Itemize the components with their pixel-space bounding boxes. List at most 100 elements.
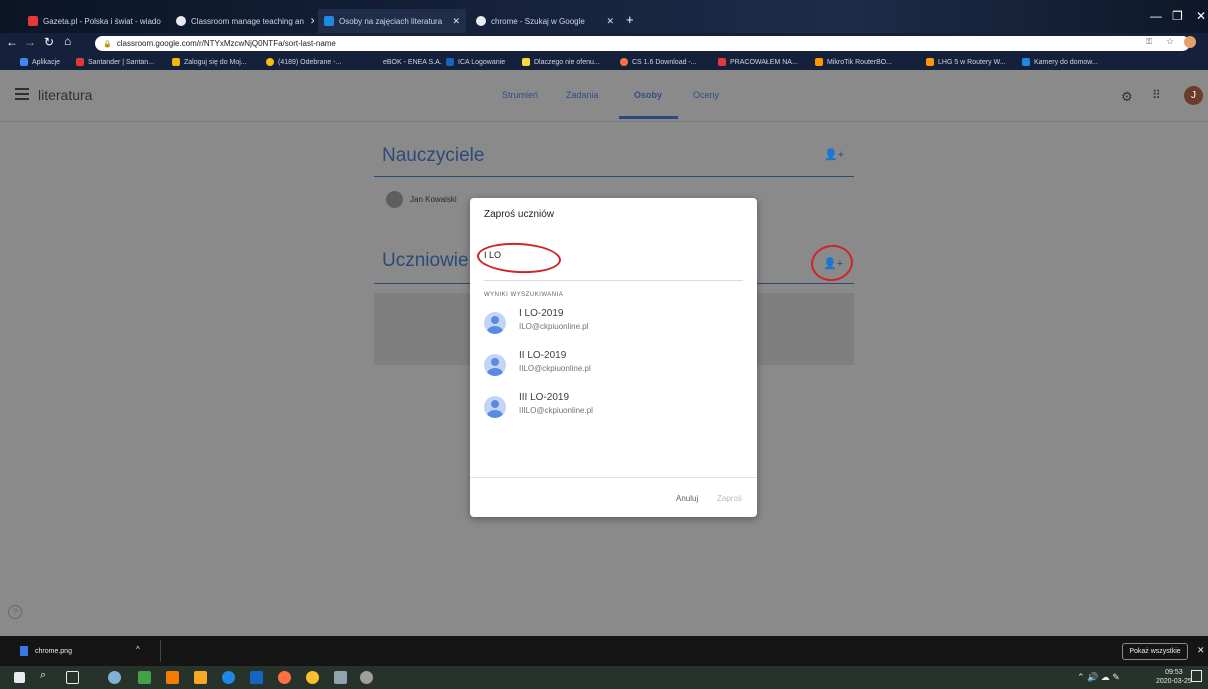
- search-icon[interactable]: ⌕: [40, 669, 46, 682]
- windows-start-icon[interactable]: [14, 672, 25, 683]
- address-bar[interactable]: 🔒 classroom.google.com/r/NTYxMzcwNjQ0NTF…: [95, 36, 1190, 51]
- tab-oceny[interactable]: Oceny: [693, 90, 719, 100]
- chevron-up-icon[interactable]: ^: [136, 645, 140, 654]
- input-underline: [484, 280, 743, 281]
- download-bar: [0, 636, 1208, 666]
- task-view-icon[interactable]: [66, 671, 79, 684]
- home-icon[interactable]: ⌂: [64, 34, 71, 48]
- teachers-heading: Nauczyciele: [382, 145, 485, 166]
- reload-icon[interactable]: ↻: [44, 35, 54, 49]
- class-name[interactable]: literatura: [38, 87, 92, 103]
- tab-title: Osoby na zajęciach literatura: [339, 16, 443, 26]
- google-favicon-icon: [476, 16, 486, 26]
- close-icon[interactable]: ✕: [446, 16, 460, 27]
- account-avatar[interactable]: J: [1184, 86, 1203, 105]
- app-icon[interactable]: [334, 671, 347, 684]
- key-icon[interactable]: ⚿: [1146, 37, 1152, 47]
- bookmark-item[interactable]: Santander | Santan...: [76, 56, 154, 68]
- search-result-item[interactable]: II LO-2019 IILO@ckpiuonline.pl: [484, 350, 734, 380]
- ica-icon: [446, 58, 454, 66]
- bookmark-favicon-icon: [522, 58, 530, 66]
- system-tray-icons[interactable]: ⌃ 🔊 ☁ ✎: [1077, 672, 1120, 683]
- chrome-icon[interactable]: [306, 671, 319, 684]
- apps-grid-icon: [20, 58, 28, 66]
- bookmark-label: Santander | Santan...: [88, 58, 155, 66]
- teacher-avatar: [386, 191, 403, 208]
- notifications-icon[interactable]: [1191, 670, 1202, 682]
- divider: [374, 176, 854, 177]
- result-name: III LO-2019: [519, 392, 570, 403]
- search-result-item[interactable]: III LO-2019 IIILO@ckpiuonline.pl: [484, 392, 734, 422]
- download-item[interactable]: chrome.png: [20, 646, 72, 656]
- cancel-button[interactable]: Anuluj: [676, 494, 698, 503]
- chrome-remote-icon[interactable]: [108, 671, 121, 684]
- bookmark-item[interactable]: ICA Logowanie: [446, 56, 505, 68]
- tab-title: Gazeta.pl - Polska i świat - wiado: [43, 16, 161, 26]
- url-text: classroom.google.com/r/NTYxMzcwNjQ0NTFa/…: [116, 39, 336, 48]
- tab-zadania[interactable]: Zadania: [566, 90, 599, 100]
- apps-grid-icon[interactable]: ⠿: [1152, 88, 1161, 102]
- taskbar-clock[interactable]: 09:53 2020-03-25: [1156, 668, 1192, 686]
- excel-icon[interactable]: [138, 671, 151, 684]
- bookmark-item[interactable]: (4189) Odebrane -...: [266, 56, 341, 68]
- tab-strumien[interactable]: Strumień: [502, 90, 538, 100]
- minimize-icon[interactable]: —: [1150, 9, 1162, 23]
- close-icon[interactable]: ✕: [1197, 645, 1205, 656]
- clock-date: 2020-03-25: [1156, 678, 1192, 685]
- tab-osoby[interactable]: Osoby: [634, 90, 662, 100]
- result-email: IIILO@ckpiuonline.pl: [519, 406, 593, 415]
- close-icon[interactable]: ✕: [161, 16, 168, 27]
- close-icon[interactable]: ✕: [600, 16, 614, 27]
- word-icon[interactable]: [250, 671, 263, 684]
- close-window-icon[interactable]: ✕: [1196, 9, 1206, 23]
- download-filename: chrome.png: [35, 647, 72, 655]
- bookmark-label: Aplikacje: [32, 58, 61, 66]
- invite-teacher-icon[interactable]: 👤+: [824, 148, 844, 161]
- bookmark-item[interactable]: Zaloguj się do Moj...: [172, 56, 247, 68]
- profile-avatar-icon[interactable]: [1184, 36, 1196, 48]
- bookmark-item[interactable]: MikroTik RouterBO...: [815, 56, 892, 68]
- file-explorer-icon[interactable]: [194, 671, 207, 684]
- google-favicon-icon: [176, 16, 186, 26]
- hamburger-menu-icon[interactable]: [15, 88, 29, 100]
- bookmark-item[interactable]: LHG 5 w Routery W...: [926, 56, 1006, 68]
- paint-icon[interactable]: [360, 671, 373, 684]
- firefox-icon[interactable]: [278, 671, 291, 684]
- invite-button[interactable]: Zaproś: [717, 494, 742, 503]
- windows-taskbar: [0, 666, 1208, 689]
- bookmark-item[interactable]: PRACOWAŁEM NA...: [718, 56, 798, 68]
- star-icon[interactable]: ☆: [1166, 36, 1174, 47]
- dialog-footer-divider: [470, 477, 757, 478]
- new-tab-button[interactable]: +: [626, 12, 634, 27]
- amazon-icon: [815, 58, 823, 66]
- result-name: II LO-2019: [519, 350, 567, 361]
- browser-tab-google-search[interactable]: chrome - Szukaj w Google ✕: [470, 9, 620, 33]
- show-all-downloads-button[interactable]: Pokaż wszystkie: [1122, 643, 1188, 660]
- bookmark-item[interactable]: eBOK - ENEA S.A.: [383, 56, 442, 68]
- gear-icon[interactable]: ⚙: [1121, 89, 1133, 105]
- close-icon[interactable]: ✕: [304, 16, 314, 27]
- bookmark-item[interactable]: CS 1.6 Download -...: [620, 56, 697, 68]
- image-file-icon: [20, 646, 28, 656]
- tab-title: chrome - Szukaj w Google: [491, 16, 585, 26]
- forward-icon[interactable]: →: [24, 35, 36, 49]
- bookmark-label: PRACOWAŁEM NA...: [730, 58, 798, 66]
- bookmark-label: Dlaczego nie ofenu...: [534, 58, 600, 66]
- bookmark-item[interactable]: Dlaczego nie ofenu...: [522, 56, 600, 68]
- search-results-heading: WYNIKI WYSZUKIWANIA: [484, 292, 564, 298]
- bookmark-label: (4189) Odebrane -...: [278, 58, 342, 66]
- browser-tab-osoby[interactable]: Osoby na zajęciach literatura ✕: [318, 9, 466, 33]
- edge-icon[interactable]: [222, 671, 235, 684]
- search-result-item[interactable]: I LO-2019 ILO@ckpiuonline.pl: [484, 308, 734, 338]
- bookmark-item[interactable]: Aplikacje: [20, 56, 60, 68]
- help-icon[interactable]: ?: [8, 605, 22, 619]
- browser-tab-classroom[interactable]: Classroom manage teaching an ✕: [170, 9, 314, 33]
- mail-icon: [266, 58, 274, 66]
- santander-icon: [76, 58, 84, 66]
- outlook-icon[interactable]: [166, 671, 179, 684]
- back-icon[interactable]: ←: [6, 35, 18, 49]
- bookmark-item[interactable]: Kamery do domow...: [1022, 56, 1098, 68]
- browser-tab-gazeta[interactable]: Gazeta.pl - Polska i świat - wiado ✕: [22, 9, 168, 33]
- bookmark-favicon-icon: [620, 58, 628, 66]
- maximize-icon[interactable]: ❐: [1172, 9, 1183, 23]
